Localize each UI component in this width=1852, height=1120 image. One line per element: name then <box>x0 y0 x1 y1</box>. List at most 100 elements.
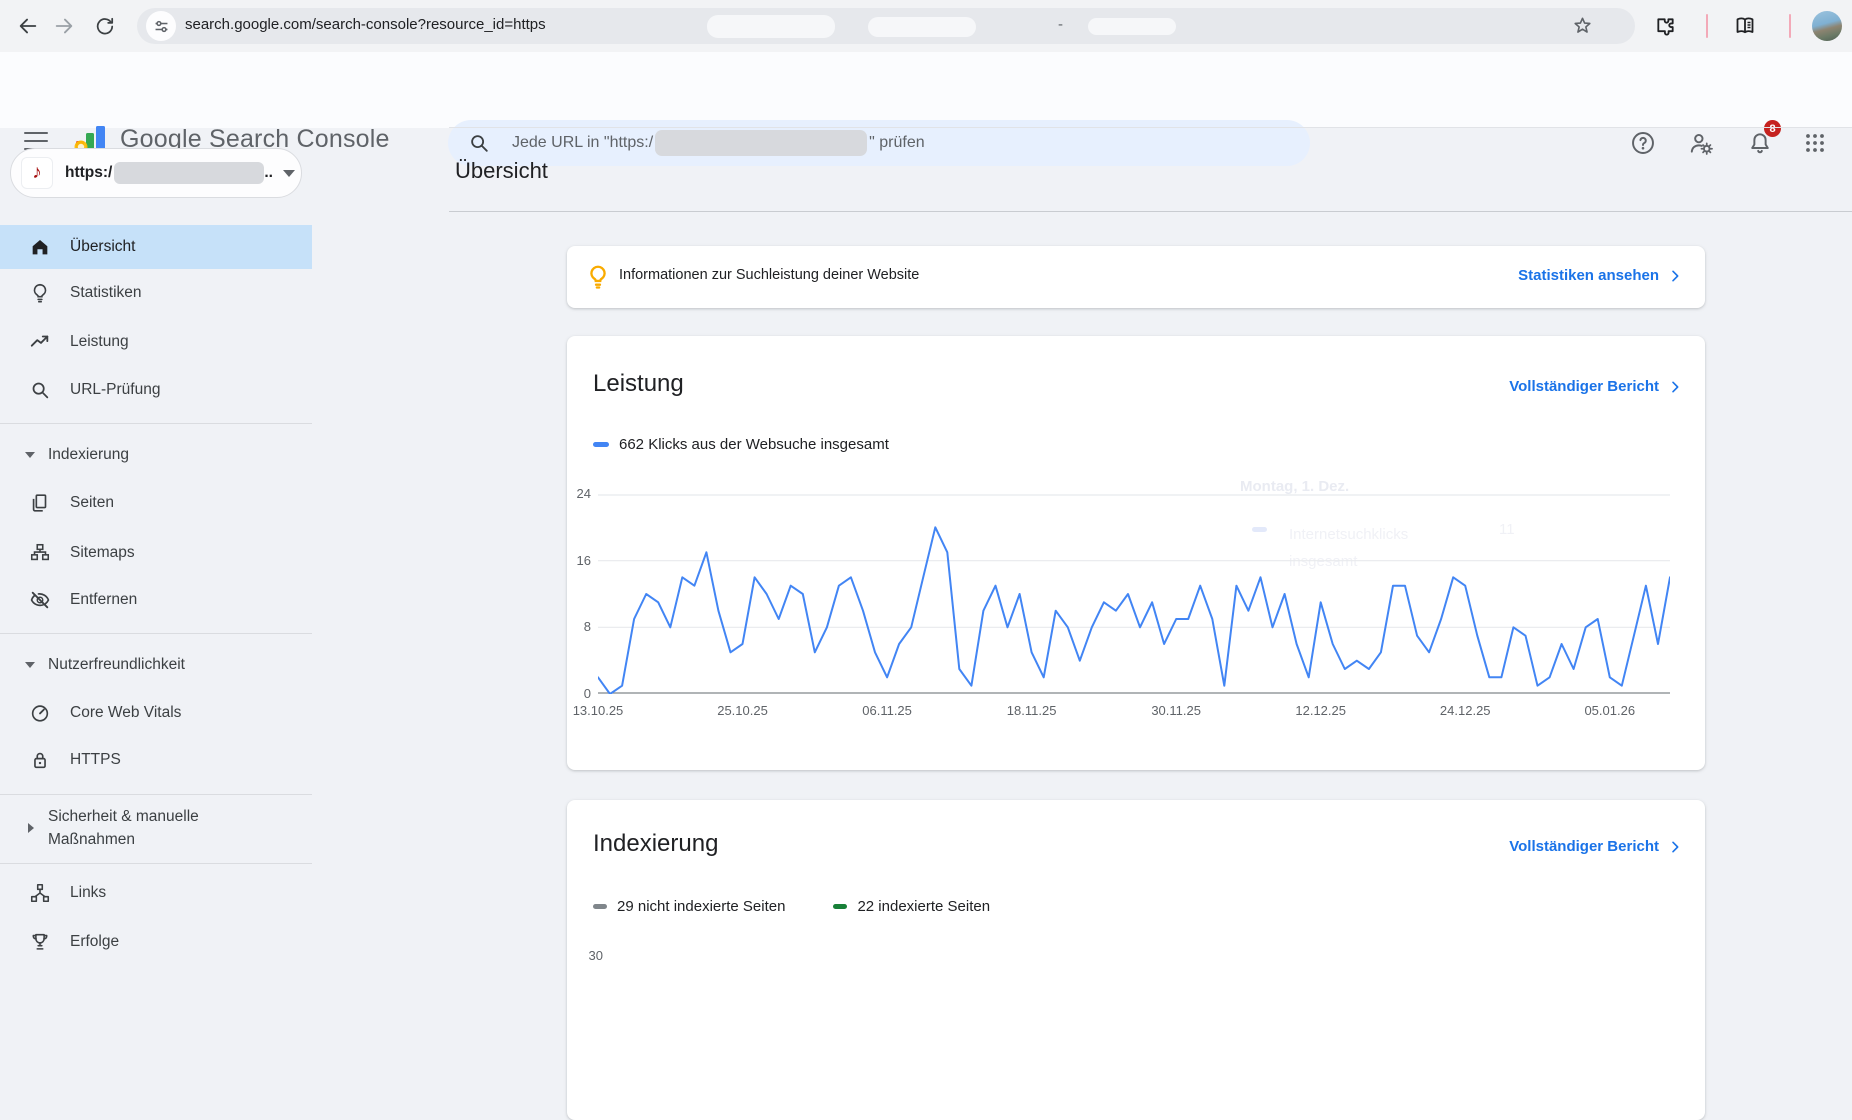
sidebar-section-indexierung[interactable]: Indexierung <box>0 435 312 475</box>
search-placeholder: Jede URL in "https:/ " prüfen <box>512 130 925 156</box>
banner-text: Informationen zur Suchleistung deiner We… <box>619 267 919 283</box>
extensions-puzzle-icon[interactable] <box>1653 14 1677 38</box>
x-tick-label: 13.10.25 <box>556 703 640 718</box>
help-icon[interactable] <box>1630 130 1656 156</box>
x-tick-label: 25.10.25 <box>701 703 785 718</box>
sidebar: ♪ https:/ .. Übersicht Statistiken Leist… <box>0 128 312 959</box>
indexing-full-report-link[interactable]: Vollständiger Bericht <box>1509 838 1683 855</box>
indexing-title: Indexierung <box>593 830 718 858</box>
y-tick-label: 16 <box>567 553 591 568</box>
sidebar-section-sicherheit[interactable]: Sicherheit & manuelle Maßnahmen <box>0 800 312 856</box>
sidebar-item-core-web-vitals[interactable]: Core Web Vitals <box>0 691 312 735</box>
header-divider <box>449 127 1852 128</box>
legend-dash-green <box>833 904 847 909</box>
insights-banner[interactable]: Informationen zur Suchleistung deiner We… <box>567 246 1705 308</box>
indexed-legend: 22 indexierte Seiten <box>833 898 990 915</box>
url-redaction-blob <box>707 15 835 38</box>
x-tick-label: 05.01.26 <box>1568 703 1652 718</box>
lightbulb-icon <box>28 281 52 305</box>
notification-badge: 8 <box>1764 120 1781 137</box>
app-header: Google Search Console Jede URL in "https… <box>0 52 1852 128</box>
reading-list-book-icon[interactable] <box>1733 14 1757 38</box>
indexing-axis-partial-label: 30 <box>579 948 603 963</box>
chart-gridlines <box>598 495 1670 693</box>
property-redaction-blob <box>114 162 264 184</box>
sidebar-item-leistung[interactable]: Leistung <box>0 320 312 364</box>
sidebar-item-sitemaps[interactable]: Sitemaps <box>0 531 312 575</box>
not-indexed-legend: 29 nicht indexierte Seiten <box>593 898 785 915</box>
property-selector[interactable]: ♪ https:/ .. <box>10 148 302 198</box>
y-tick-label: 24 <box>567 486 591 501</box>
chevron-right-icon <box>28 823 34 833</box>
chevron-down-icon <box>25 452 35 458</box>
sidebar-item-url-pruefung[interactable]: URL-Prüfung <box>0 368 312 412</box>
user-settings-icon[interactable] <box>1688 130 1714 156</box>
title-divider <box>449 211 1852 212</box>
x-tick-label: 24.12.25 <box>1423 703 1507 718</box>
chevron-down-icon <box>25 662 35 668</box>
reload-icon[interactable] <box>92 14 116 38</box>
url-redaction-artifact: - <box>1058 16 1063 33</box>
link-graph-icon <box>28 881 52 905</box>
performance-line-chart[interactable] <box>598 494 1670 694</box>
url-redaction-blob <box>868 17 976 37</box>
search-redaction-blob <box>655 130 867 156</box>
browser-profile-avatar[interactable] <box>1812 11 1842 41</box>
trending-up-icon <box>28 330 52 354</box>
sidebar-divider <box>0 794 312 795</box>
eye-off-icon <box>28 588 52 612</box>
x-tick-label: 06.11.25 <box>845 703 929 718</box>
property-url: https:/ .. <box>65 162 273 184</box>
sidebar-divider <box>0 633 312 634</box>
performance-title: Leistung <box>593 370 684 398</box>
site-info-icon[interactable] <box>146 11 176 41</box>
chevron-down-icon <box>283 170 295 177</box>
sidebar-divider <box>0 423 312 424</box>
toolbar-divider <box>1789 14 1791 38</box>
y-tick-label: 8 <box>567 619 591 634</box>
sidebar-item-links[interactable]: Links <box>0 871 312 915</box>
page-title: Übersicht <box>455 158 548 184</box>
sidebar-item-seiten[interactable]: Seiten <box>0 481 312 525</box>
sidebar-item-https[interactable]: HTTPS <box>0 738 312 782</box>
apps-grid-icon[interactable] <box>1802 130 1828 156</box>
performance-line <box>598 527 1670 694</box>
x-tick-label: 12.12.25 <box>1279 703 1363 718</box>
url-redaction-blob <box>1088 18 1176 35</box>
pages-icon <box>28 491 52 515</box>
trophy-icon <box>28 930 52 954</box>
speedometer-icon <box>28 701 52 725</box>
lightbulb-insight-icon <box>584 263 612 291</box>
legend-dash-gray <box>593 904 607 909</box>
x-tick-label: 30.11.25 <box>1134 703 1218 718</box>
legend-dash-blue <box>593 442 609 447</box>
sitemap-tree-icon <box>28 541 52 565</box>
sidebar-section-nutzerfreundlichkeit[interactable]: Nutzerfreundlichkeit <box>0 645 312 685</box>
forward-icon[interactable] <box>52 14 76 38</box>
chevron-right-icon <box>1667 268 1683 284</box>
url-bar[interactable]: search.google.com/search-console?resourc… <box>137 8 1635 44</box>
bookmark-star-icon[interactable] <box>1571 14 1594 37</box>
chevron-right-icon <box>1667 839 1683 855</box>
y-tick-label: 0 <box>567 686 591 701</box>
magnifier-icon <box>28 378 52 402</box>
url-text[interactable]: search.google.com/search-console?resourc… <box>185 16 546 33</box>
sidebar-item-statistiken[interactable]: Statistiken <box>0 271 312 315</box>
performance-full-report-link[interactable]: Vollständiger Bericht <box>1509 378 1683 395</box>
sidebar-divider <box>0 863 312 864</box>
sidebar-item-entfernen[interactable]: Entfernen <box>0 578 312 622</box>
sidebar-item-erfolge[interactable]: Erfolge <box>0 920 312 964</box>
toolbar-divider <box>1706 14 1708 38</box>
performance-legend: 662 Klicks aus der Websuche insgesamt <box>593 436 889 453</box>
indexing-card: Indexierung Vollständiger Bericht 29 nic… <box>567 800 1705 1120</box>
performance-card: Leistung Vollständiger Bericht 662 Klick… <box>567 336 1705 770</box>
search-icon <box>468 132 490 154</box>
sidebar-item-uebersicht[interactable]: Übersicht <box>0 225 312 269</box>
back-icon[interactable] <box>16 14 40 38</box>
view-insights-link[interactable]: Statistiken ansehen <box>1518 267 1683 284</box>
property-favicon-music-note-icon: ♪ <box>21 157 53 189</box>
lock-icon <box>28 748 52 772</box>
home-icon <box>28 235 52 259</box>
chevron-right-icon <box>1667 379 1683 395</box>
x-tick-label: 18.11.25 <box>990 703 1074 718</box>
